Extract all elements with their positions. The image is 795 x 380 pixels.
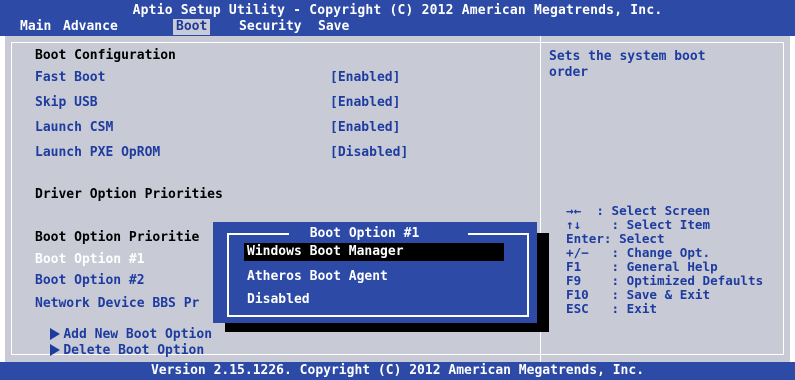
launch-csm-label[interactable]: Launch CSM (35, 120, 113, 135)
tab-save-exit[interactable]: Save & Exit (318, 19, 349, 66)
popup-option-windows-boot-manager[interactable]: Windows Boot Manager (244, 243, 504, 261)
key-action: : Optimized Defaults (611, 273, 764, 288)
key-name: F9 (566, 273, 582, 288)
key-action: : General Help (611, 259, 718, 274)
popup-border-top-right (468, 233, 529, 235)
help-line-2: order (549, 65, 589, 80)
delete-boot-option-label: Delete Boot Option (63, 343, 205, 358)
key-optimized-defaults: F9 : Optimized Defaults (566, 274, 763, 288)
skip-usb-value[interactable]: [Enabled] (330, 95, 400, 110)
help-line-1: Sets the system boot (549, 49, 706, 64)
tab-advance[interactable]: Advance (63, 19, 118, 35)
key-name: ESC (566, 301, 589, 316)
header-bar: Aptio Setup Utility - Copyright (C) 2012… (0, 0, 795, 66)
key-select-item: ↑↓ : Select Item (566, 218, 763, 232)
version-footer: Version 2.15.1226. Copyright (C) 2012 Am… (0, 362, 795, 380)
key-name: F10 (566, 287, 589, 302)
key-action: : Save & Exit (611, 287, 711, 302)
submenu-arrow-icon (50, 344, 61, 356)
key-legend: →← : Select Screen ↑↓ : Select Item Ente… (566, 204, 763, 316)
bios-screen: Aptio Setup Utility - Copyright (C) 2012… (0, 0, 795, 380)
key-action: Select (619, 231, 665, 246)
key-select-screen: →← : Select Screen (566, 204, 763, 218)
help-description: Sets the system boot order (549, 49, 784, 81)
popup-option-disabled[interactable]: Disabled (247, 291, 310, 309)
popup-border-right (527, 233, 529, 317)
tab-main[interactable]: Main (20, 19, 51, 35)
popup-option-atheros-boot-agent[interactable]: Atheros Boot Agent (247, 268, 388, 286)
tab-boot[interactable]: Boot (173, 19, 211, 35)
boot-option-2[interactable]: Boot Option #2 (35, 273, 145, 288)
arrows-lr-icon: →← (566, 203, 582, 218)
arrows-ud-icon: ↑↓ (566, 217, 582, 232)
tab-security[interactable]: Security (239, 19, 302, 35)
key-name: F1 (566, 259, 582, 274)
key-exit: ESC : Exit (566, 302, 763, 316)
boot-option-1[interactable]: Boot Option #1 (35, 252, 145, 267)
key-name: Enter: (566, 231, 612, 246)
key-save-exit: F10 : Save & Exit (566, 288, 763, 302)
launch-csm-value[interactable]: [Enabled] (330, 120, 400, 135)
key-name: +/− (566, 245, 589, 260)
launch-pxe-oprom-label[interactable]: Launch PXE OpROM (35, 145, 160, 160)
fast-boot-value[interactable]: [Enabled] (330, 70, 400, 85)
key-change-opt: +/− : Change Opt. (566, 246, 763, 260)
key-enter: Enter: Select (566, 232, 763, 246)
popup-border-bottom (227, 315, 529, 317)
utility-title: Aptio Setup Utility - Copyright (C) 2012… (132, 3, 663, 18)
key-action: : Select Item (611, 217, 711, 232)
launch-pxe-oprom-value[interactable]: [Disabled] (330, 145, 408, 160)
key-action: : Select Screen (596, 203, 711, 218)
popup-title: Boot Option #1 (309, 226, 420, 241)
skip-usb-label[interactable]: Skip USB (35, 95, 98, 110)
driver-option-priorities-heading: Driver Option Priorities (35, 187, 223, 202)
key-general-help: F1 : General Help (566, 260, 763, 274)
key-action: : Change Opt. (611, 245, 711, 260)
popup-border-left (227, 233, 229, 317)
boot-option-priorities-heading: Boot Option Prioritie (35, 230, 200, 245)
network-device-bbs[interactable]: Network Device BBS Pr (35, 296, 199, 311)
boot-configuration-heading: Boot Configuration (35, 48, 176, 63)
fast-boot-label[interactable]: Fast Boot (35, 70, 105, 85)
key-action: : Exit (611, 301, 658, 316)
